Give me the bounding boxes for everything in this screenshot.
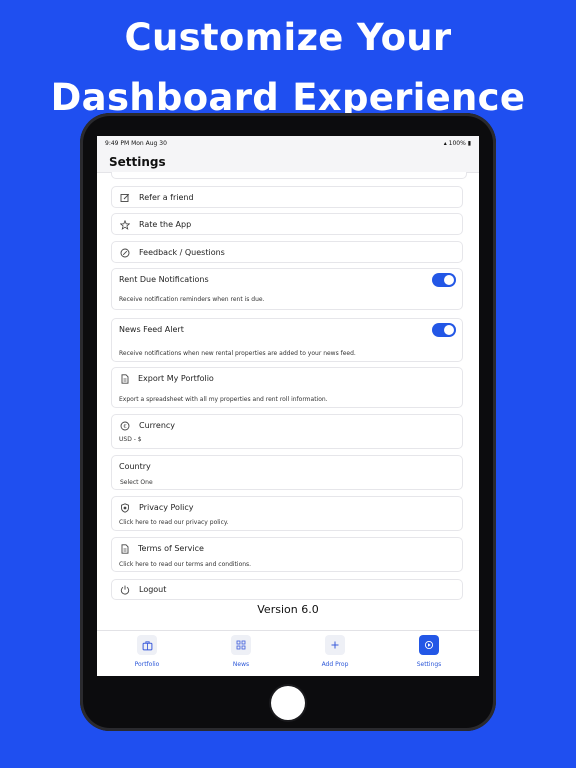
app-version: Version 6.0 <box>257 603 319 616</box>
feedback-row[interactable]: Feedback / Questions <box>111 241 463 263</box>
news-feed-alert-row: News Feed Alert Receive notifications wh… <box>111 318 463 362</box>
news-feed-description: Receive notifications when new rental pr… <box>119 350 356 357</box>
refer-friend-label: Refer a friend <box>139 193 194 202</box>
news-feed-toggle[interactable] <box>432 323 456 337</box>
rate-app-label: Rate the App <box>139 220 192 229</box>
rate-app-row[interactable]: Rate the App <box>111 213 463 235</box>
refer-friend-row[interactable]: Refer a friend <box>111 186 463 208</box>
status-battery: ▴ 100% ▮ <box>443 140 471 147</box>
power-icon <box>120 585 130 595</box>
page-title: Settings <box>109 155 166 169</box>
terms-of-service-label: Terms of Service <box>138 544 204 553</box>
tab-news[interactable]: News <box>211 635 271 668</box>
svg-text:€: € <box>123 424 126 430</box>
tab-add-prop[interactable]: Add Prop <box>305 635 365 668</box>
currency-value: USD - $ <box>119 436 142 443</box>
plus-icon <box>325 635 345 655</box>
tab-portfolio[interactable]: Portfolio <box>117 635 177 668</box>
privacy-policy-label: Privacy Policy <box>139 503 194 512</box>
currency-label: Currency <box>139 421 176 430</box>
shield-icon <box>121 503 129 513</box>
feedback-label: Feedback / Questions <box>139 248 225 257</box>
status-bar: 9:49 PM Mon Aug 30 ▴ 100% ▮ <box>97 136 479 150</box>
previous-card-edge <box>111 172 467 179</box>
privacy-policy-row[interactable]: Privacy Policy Click here to read our pr… <box>111 496 463 531</box>
news-feed-label: News Feed Alert <box>119 325 184 334</box>
rent-due-notifications-row: Rent Due Notifications Receive notificat… <box>111 268 463 310</box>
briefcase-icon <box>137 635 157 655</box>
star-icon <box>120 220 130 230</box>
home-button[interactable] <box>271 686 305 720</box>
export-portfolio-description: Export a spreadsheet with all my propert… <box>119 396 328 403</box>
document-icon <box>121 544 129 554</box>
headline-line-1: Customize Your <box>124 16 452 59</box>
edit-icon <box>120 193 130 202</box>
grid-icon <box>231 635 251 655</box>
euro-circle-icon: € <box>120 421 130 431</box>
rent-due-description: Receive notification reminders when rent… <box>119 296 265 303</box>
tab-news-label: News <box>232 661 250 668</box>
tab-settings[interactable]: Settings <box>399 635 459 668</box>
terms-of-service-row[interactable]: Terms of Service Click here to read our … <box>111 537 463 572</box>
export-portfolio-label: Export My Portfolio <box>138 374 214 383</box>
rent-due-label: Rent Due Notifications <box>119 275 209 284</box>
tab-add-prop-label: Add Prop <box>321 661 349 668</box>
tab-bar: Portfolio News Add Prop Settings <box>97 630 479 676</box>
country-row[interactable]: Country Select One <box>111 455 463 490</box>
marketing-headline: Customize Your Dashboard Experience <box>0 8 576 128</box>
privacy-policy-description: Click here to read our privacy policy. <box>119 519 229 526</box>
compass-icon <box>120 248 130 258</box>
country-label: Country <box>119 462 151 471</box>
logout-row[interactable]: Logout <box>111 579 463 600</box>
app-screen: 9:49 PM Mon Aug 30 ▴ 100% ▮ Settings Ref… <box>97 136 479 676</box>
tab-settings-label: Settings <box>416 661 442 668</box>
country-select[interactable]: Select One <box>120 479 153 486</box>
document-icon <box>121 374 129 384</box>
logout-label: Logout <box>139 585 167 594</box>
tab-portfolio-label: Portfolio <box>134 661 160 668</box>
export-portfolio-row[interactable]: Export My Portfolio Export a spreadsheet… <box>111 367 463 408</box>
status-time: 9:49 PM Mon Aug 30 <box>105 140 167 147</box>
gear-icon <box>419 635 439 655</box>
terms-of-service-description: Click here to read our terms and conditi… <box>119 561 252 568</box>
rent-due-toggle[interactable] <box>432 273 456 287</box>
currency-row[interactable]: € Currency USD - $ <box>111 414 463 449</box>
